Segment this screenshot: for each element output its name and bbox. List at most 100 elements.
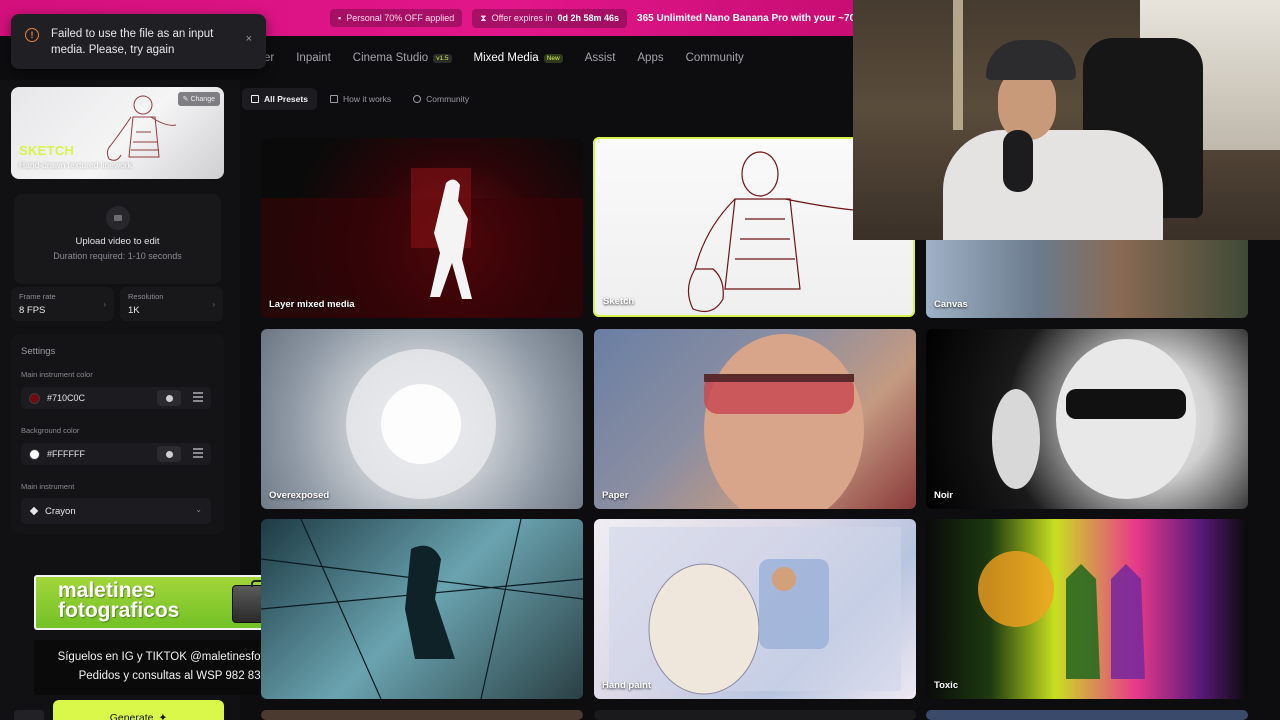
nav-item-cinema-studio[interactable]: Cinema Studio v1.5 <box>353 52 452 64</box>
webcam-person-face <box>998 70 1056 140</box>
webcam-person-cap <box>986 40 1076 80</box>
resolution-value: 1K <box>128 305 140 316</box>
preset-tile-noir[interactable]: Noir <box>926 329 1248 509</box>
tile-label: Layer mixed media <box>269 299 355 310</box>
preset-tabs: All Presets How it works Community <box>242 88 478 110</box>
tab-community[interactable]: Community <box>404 88 478 110</box>
timer-prefix: Offer expires in <box>491 13 553 23</box>
video-camera-icon <box>105 206 130 230</box>
frame-rate-value: 8 FPS <box>19 305 46 316</box>
webcam-microphone <box>1003 130 1033 192</box>
new-badge: New <box>543 53 563 63</box>
preset-tile-untitled[interactable] <box>261 519 583 699</box>
hand-paint-thumbnail <box>609 527 901 695</box>
preset-tile-hand-paint[interactable]: Hand paint <box>594 519 916 699</box>
layer-mixed-media-thumbnail <box>261 168 583 318</box>
tile-label: Sketch <box>603 296 635 307</box>
resolution-label: Resolution <box>128 292 164 301</box>
preset-subtitle: Hand-drawn textured linework <box>19 160 132 170</box>
nav-item-inpaint[interactable]: Inpaint <box>296 52 331 64</box>
upload-subtitle: Duration required: 1-10 seconds <box>53 251 182 261</box>
preset-tile-overexposed[interactable]: Overexposed <box>261 329 583 509</box>
webcam-person-shirt <box>943 130 1163 240</box>
overexposed-thumbnail <box>346 349 496 499</box>
preset-tile-row4-2[interactable] <box>594 710 916 720</box>
main-color-label: Main instrument color <box>21 370 93 379</box>
chevron-right-icon: › <box>103 300 106 309</box>
app-root: ▪ Personal 70% OFF applied ⧗ Offer expir… <box>0 0 1280 720</box>
bg-color-field[interactable]: #FFFFFF <box>21 443 211 465</box>
glitch-thumbnail <box>261 519 583 699</box>
bg-color-value: #FFFFFF <box>47 449 85 459</box>
close-icon[interactable]: × <box>246 31 252 47</box>
tile-label: Canvas <box>934 299 968 310</box>
preset-tile-row4-1[interactable] <box>261 710 583 720</box>
nav-item-mixed-media[interactable]: Mixed Media New <box>474 52 563 64</box>
nav-item-assist[interactable]: Assist <box>585 52 616 64</box>
discount-text: Personal 70% OFF applied <box>346 13 455 23</box>
promo-headline: 365 Unlimited Nano Banana Pro with your … <box>637 12 853 24</box>
main-color-value: #710C0C <box>47 393 86 403</box>
version-badge: v1.5 <box>433 53 452 63</box>
upload-title: Upload video to edit <box>75 236 160 247</box>
tile-label: Noir <box>934 490 953 501</box>
upload-video-dropzone[interactable]: Upload video to edit Duration required: … <box>14 194 221 284</box>
toxic-thumbnail <box>978 551 1145 679</box>
sliders-icon[interactable] <box>193 392 203 402</box>
settings-title: Settings <box>21 346 56 357</box>
selected-preset-card[interactable]: ✎ Change SKETCH Hand-drawn textured line… <box>11 87 224 179</box>
book-icon <box>329 95 338 103</box>
instrument-label: Main instrument <box>21 482 75 491</box>
noir-thumbnail <box>992 339 1196 499</box>
change-preset-button[interactable]: ✎ Change <box>177 92 220 106</box>
nav-item-apps[interactable]: Apps <box>637 52 663 64</box>
instrument-select[interactable]: Crayon ⌄ <box>21 498 211 524</box>
sponsor-brand: maletines fotograficos <box>58 579 180 622</box>
globe-icon <box>413 95 422 103</box>
tab-all-presets[interactable]: All Presets <box>242 88 317 110</box>
sliders-icon[interactable] <box>193 448 203 458</box>
tile-label: Overexposed <box>269 490 330 501</box>
frame-rate-label: Frame rate <box>19 292 56 301</box>
discount-pill: ▪ Personal 70% OFF applied <box>330 9 463 27</box>
toast-message: Failed to use the file as an input media… <box>51 28 214 56</box>
preset-tile-layer-mixed-media[interactable]: Layer mixed media <box>261 138 583 318</box>
timer-pill: ⧗ Offer expires in 0d 2h 58m 46s <box>472 8 628 28</box>
main-color-field[interactable]: #710C0C <box>21 387 211 409</box>
preset-tile-canvas[interactable]: Canvas <box>926 240 1248 318</box>
error-toast: ! Failed to use the file as an input med… <box>11 14 266 69</box>
crayon-icon <box>29 506 39 516</box>
main-color-swatch <box>29 392 40 404</box>
webcam-overlay <box>853 0 1280 240</box>
bg-color-swatch <box>29 448 40 460</box>
warning-icon: ! <box>25 28 39 42</box>
chevron-right-icon: › <box>212 300 215 309</box>
sparkle-icon: ✦ <box>158 712 168 720</box>
tile-label: Paper <box>602 490 629 501</box>
instrument-value: Crayon <box>45 505 76 517</box>
tile-label: Hand paint <box>602 680 652 691</box>
chevron-down-icon: ⌄ <box>195 505 202 514</box>
media-toggle-button[interactable] <box>14 710 44 720</box>
grid-icon <box>251 95 259 103</box>
tag-icon: ▪ <box>338 13 342 23</box>
preset-tile-toxic[interactable]: Toxic <box>926 519 1248 699</box>
tile-label: Toxic <box>934 680 959 691</box>
generate-button[interactable]: Generate ✦ <box>53 700 224 720</box>
resolution-select[interactable]: Resolution 1K › <box>120 287 223 321</box>
nav-item-community[interactable]: Community <box>686 52 744 64</box>
palette-icon[interactable] <box>157 390 181 406</box>
hourglass-icon: ⧗ <box>480 12 487 23</box>
top-nav: er Inpaint Cinema Studio v1.5 Mixed Media… <box>240 36 853 80</box>
webcam-lamp <box>953 0 963 130</box>
palette-icon[interactable] <box>157 446 181 462</box>
preset-tile-row4-3[interactable] <box>926 710 1248 720</box>
tab-how-it-works[interactable]: How it works <box>321 88 400 110</box>
preset-tile-paper[interactable]: Paper <box>594 329 916 509</box>
bg-color-label: Background color <box>21 426 80 435</box>
frame-rate-select[interactable]: Frame rate 8 FPS › <box>11 287 114 321</box>
paper-thumbnail <box>704 334 864 509</box>
preset-title: SKETCH <box>19 143 75 158</box>
settings-panel: Settings Main instrument color #710C0C B… <box>11 334 224 534</box>
timer-value: 0d 2h 58m 46s <box>557 13 620 23</box>
